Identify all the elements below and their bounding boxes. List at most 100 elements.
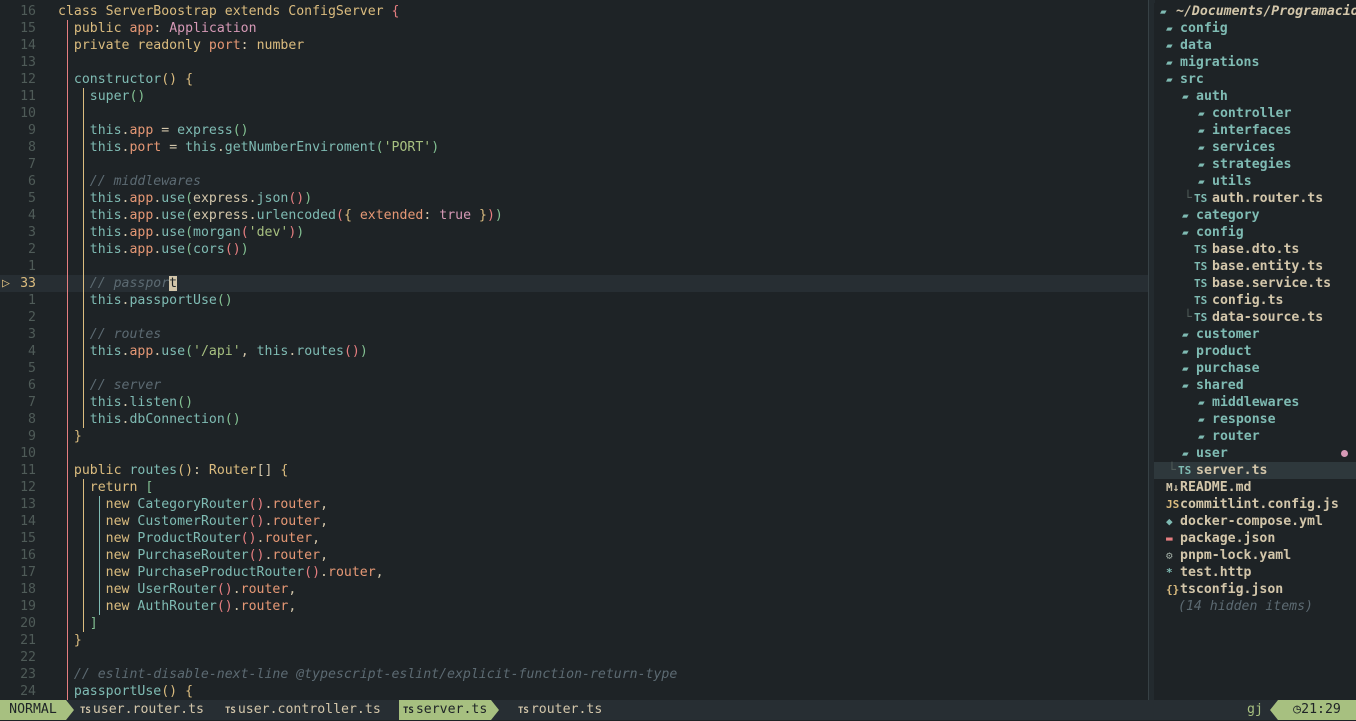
code-editor[interactable]: 16 class ServerBoostrap extends ConfigSer…: [0, 3, 1148, 700]
code-line[interactable]: 14 new CustomerRouter().router,: [0, 513, 1148, 530]
code-line[interactable]: 19 new AuthRouter().router,: [0, 598, 1148, 615]
code-line[interactable]: 3 this.app.use(morgan('dev')): [0, 224, 1148, 241]
line-number: 7: [28, 157, 36, 172]
code-text: new PurchaseRouter().router,: [105, 548, 329, 563]
code-line[interactable]: 8 this.dbConnection(): [0, 411, 1148, 428]
typescript-icon: TS: [1194, 294, 1208, 307]
tree-folder[interactable]: ▰ product: [1154, 343, 1356, 360]
line-number: 18: [20, 582, 36, 597]
code-line[interactable]: 21 }: [0, 632, 1148, 649]
tree-file[interactable]: * test.http: [1154, 564, 1356, 581]
code-line[interactable]: 2: [0, 309, 1148, 326]
code-line[interactable]: 6 // middlewares: [0, 173, 1148, 190]
tree-item-label: base.dto.ts: [1212, 242, 1300, 257]
code-line[interactable]: 24 passportUse() {: [0, 683, 1148, 700]
line-number: 3: [28, 225, 36, 240]
code-line[interactable]: 8 this.port = this.getNumberEnviroment('…: [0, 139, 1148, 156]
tree-file[interactable]: ▬ package.json: [1154, 530, 1356, 547]
folder-icon: ▰: [1198, 396, 1205, 409]
code-line[interactable]: 20 ]: [0, 615, 1148, 632]
tree-file[interactable]: JS commitlint.config.js: [1154, 496, 1356, 513]
tree-file[interactable]: TS config.ts: [1154, 292, 1356, 309]
tree-item-label: user: [1196, 446, 1228, 461]
code-line[interactable]: 4 this.app.use(express.urlencoded({ exte…: [0, 207, 1148, 224]
code-line[interactable]: 3 // routes: [0, 326, 1148, 343]
tree-folder[interactable]: ▰ customer: [1154, 326, 1356, 343]
code-line[interactable]: 5 this.app.use(express.json()): [0, 190, 1148, 207]
code-line[interactable]: 18 new UserRouter().router,: [0, 581, 1148, 598]
line-number: 2: [28, 310, 36, 325]
tree-folder[interactable]: ▰ migrations: [1154, 54, 1356, 71]
tree-folder[interactable]: ▰ controller: [1154, 105, 1356, 122]
code-line[interactable]: 1: [0, 258, 1148, 275]
tree-folder[interactable]: ▰ interfaces: [1154, 122, 1356, 139]
tree-folder[interactable]: ▰ config: [1154, 224, 1356, 241]
folder-open-icon: ▰: [1160, 5, 1167, 18]
code-line[interactable]: 5: [0, 360, 1148, 377]
code-line[interactable]: 6 // server: [0, 377, 1148, 394]
tree-file[interactable]: {} tsconfig.json: [1154, 581, 1356, 598]
tree-item-label: services: [1212, 140, 1276, 155]
indent-guide: [67, 445, 68, 462]
code-line[interactable]: 10: [0, 445, 1148, 462]
code-line[interactable]: 7 this.listen(): [0, 394, 1148, 411]
tree-file[interactable]: ⚙ pnpm-lock.yaml: [1154, 547, 1356, 564]
code-line[interactable]: 12 return [: [0, 479, 1148, 496]
tree-folder[interactable]: ▰ middlewares: [1154, 394, 1356, 411]
tree-folder[interactable]: ▰ shared: [1154, 377, 1356, 394]
tree-root[interactable]: ▰ ~/Documents/Programacion: [1154, 3, 1356, 20]
code-line[interactable]: 13: [0, 54, 1148, 71]
tree-folder[interactable]: ▰ config: [1154, 20, 1356, 37]
tree-folder[interactable]: ▰ response: [1154, 411, 1356, 428]
mode-separator: [66, 700, 74, 720]
code-line[interactable]: 1 this.passportUse(): [0, 292, 1148, 309]
code-line[interactable]: 14 private readonly port: number: [0, 37, 1148, 54]
tree-file[interactable]: └ TS data-source.ts: [1154, 309, 1356, 326]
code-line[interactable]: 11 super(): [0, 88, 1148, 105]
tree-folder[interactable]: ▰ category: [1154, 207, 1356, 224]
code-line[interactable]: 15 new ProductRouter().router,: [0, 530, 1148, 547]
code-line[interactable]: 11 public routes(): Router[] {: [0, 462, 1148, 479]
tree-folder[interactable]: ▰ router: [1154, 428, 1356, 445]
tree-item-label: base.entity.ts: [1212, 259, 1324, 274]
code-line[interactable]: 13 new CategoryRouter().router,: [0, 496, 1148, 513]
buffer-tab[interactable]: TS user.controller.ts: [221, 700, 385, 720]
buffer-tab[interactable]: TS router.ts: [514, 700, 606, 720]
tree-folder[interactable]: ▰ user: [1154, 445, 1356, 462]
code-line[interactable]: 9 this.app = express(): [0, 122, 1148, 139]
code-line[interactable]: 12 constructor() {: [0, 71, 1148, 88]
code-line[interactable]: 15 public app: Application: [0, 20, 1148, 37]
tree-folder[interactable]: ▰ services: [1154, 139, 1356, 156]
code-line[interactable]: 7: [0, 156, 1148, 173]
tree-folder[interactable]: ▰ data: [1154, 37, 1356, 54]
code-line[interactable]: 23 // eslint-disable-next-line @typescri…: [0, 666, 1148, 683]
modified-dot-icon: [1341, 450, 1348, 457]
buffer-tab[interactable]: TS server.ts: [399, 700, 500, 720]
tree-item-label: src: [1180, 72, 1204, 87]
docker-icon: ◆: [1166, 515, 1173, 528]
tree-file[interactable]: TS base.service.ts: [1154, 275, 1356, 292]
code-line[interactable]: 9 }: [0, 428, 1148, 445]
tree-folder[interactable]: ▰ utils: [1154, 173, 1356, 190]
tree-file[interactable]: └ TS server.ts: [1154, 462, 1356, 479]
code-line[interactable]: 22: [0, 649, 1148, 666]
code-line[interactable]: 10: [0, 105, 1148, 122]
code-line[interactable]: 17 new PurchaseProductRouter().router,: [0, 564, 1148, 581]
tree-folder[interactable]: ▰ auth: [1154, 88, 1356, 105]
code-line[interactable]: 4 this.app.use('/api', this.routes()): [0, 343, 1148, 360]
current-code-line[interactable]: ▷ 33 // passport: [0, 275, 1148, 292]
tree-folder[interactable]: ▰ strategies: [1154, 156, 1356, 173]
code-line[interactable]: 16 class ServerBoostrap extends ConfigSer…: [0, 3, 1148, 20]
line-number: 12: [20, 72, 36, 87]
tree-folder[interactable]: ▰ src: [1154, 71, 1356, 88]
code-line[interactable]: 16 new PurchaseRouter().router,: [0, 547, 1148, 564]
tree-file[interactable]: ◆ docker-compose.yml: [1154, 513, 1356, 530]
tree-file[interactable]: └ TS auth.router.ts: [1154, 190, 1356, 207]
tree-folder[interactable]: ▰ purchase: [1154, 360, 1356, 377]
buffer-tab[interactable]: TS user.router.ts: [76, 700, 208, 720]
file-explorer[interactable]: ▰ ~/Documents/Programacion ▰ config ▰ data ▰ mi…: [1154, 3, 1356, 700]
code-line[interactable]: 2 this.app.use(cors()): [0, 241, 1148, 258]
tree-file[interactable]: TS base.dto.ts: [1154, 241, 1356, 258]
tree-file[interactable]: M↓ README.md: [1154, 479, 1356, 496]
tree-file[interactable]: TS base.entity.ts: [1154, 258, 1356, 275]
